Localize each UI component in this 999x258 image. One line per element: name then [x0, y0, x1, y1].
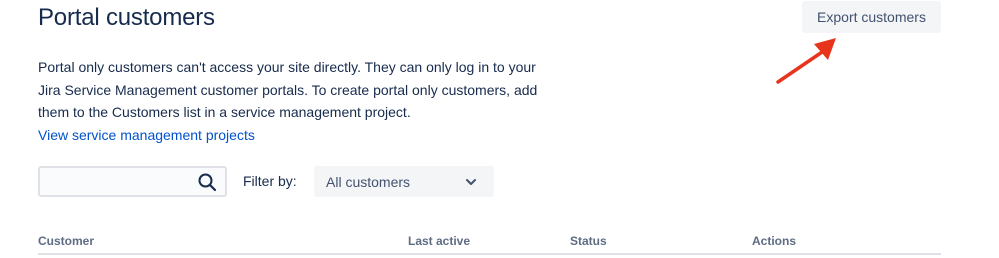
column-header-customer[interactable]: Customer [38, 234, 94, 248]
column-header-status[interactable]: Status [570, 234, 607, 248]
customer-filter-select[interactable]: All customers [314, 166, 494, 197]
description-block: Portal only customers can't access your … [38, 56, 538, 146]
filter-selected-value: All customers [326, 174, 411, 190]
portal-customers-page: Portal customers Export customers Portal… [0, 0, 999, 258]
column-header-last-active[interactable]: Last active [408, 234, 470, 248]
page-title: Portal customers [38, 4, 215, 31]
export-customers-button[interactable]: Export customers [802, 1, 941, 33]
view-service-management-projects-link[interactable]: View service management projects [38, 124, 538, 147]
chevron-down-icon [466, 179, 476, 185]
search-input[interactable] [40, 168, 190, 195]
filter-by-label: Filter by: [243, 173, 297, 189]
column-header-actions: Actions [752, 234, 797, 248]
customers-table-header: Customer Last active Status Actions [38, 233, 941, 255]
search-icon[interactable] [197, 172, 217, 192]
search-field[interactable] [38, 166, 227, 197]
annotation-arrow-icon [776, 38, 836, 84]
description-text: Portal only customers can't access your … [38, 59, 538, 120]
